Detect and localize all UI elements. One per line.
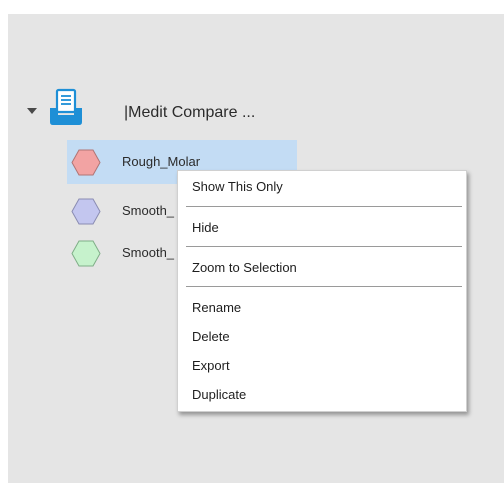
hexagon-icon [71,198,101,225]
hexagon-icon [71,240,101,267]
tree-item-label: Rough_Molar [122,154,201,169]
group-label[interactable]: |Medit Compare ... [124,104,255,122]
menu-item-export[interactable]: Export [192,358,230,373]
menu-separator [186,206,462,207]
document-tray-icon [50,88,82,125]
context-menu: Show This Only Hide Zoom to Selection Re… [177,170,467,412]
menu-item-hide[interactable]: Hide [192,220,219,235]
menu-item-delete[interactable]: Delete [192,329,230,344]
hexagon-icon [71,149,101,176]
menu-item-zoom-to-selection[interactable]: Zoom to Selection [192,260,297,275]
menu-separator [186,286,462,287]
menu-separator [186,246,462,247]
menu-item-show-this-only[interactable]: Show This Only [192,179,283,194]
menu-item-rename[interactable]: Rename [192,300,241,315]
expand-arrow-icon[interactable] [26,106,38,116]
menu-item-duplicate[interactable]: Duplicate [192,387,246,402]
